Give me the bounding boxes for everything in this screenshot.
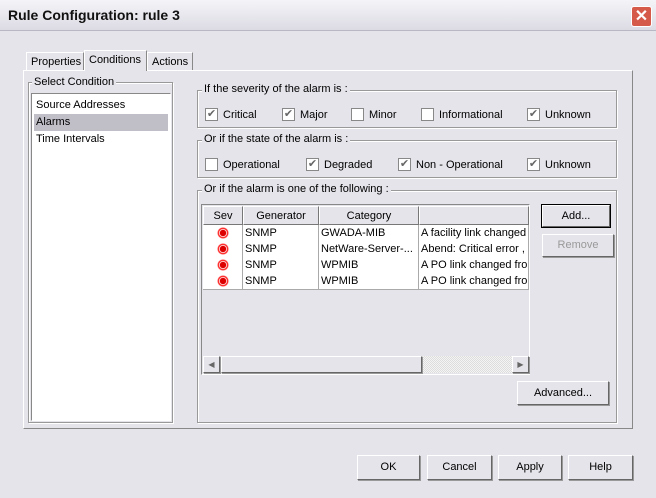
cell-description: A PO link changed fro — [419, 257, 529, 274]
checkbox-label: Minor — [369, 108, 397, 121]
check-icon: ✔ — [282, 108, 295, 121]
major-checkbox[interactable]: ✔ Major — [282, 108, 328, 121]
table-row[interactable]: SNMP WPMIB A PO link changed fro — [203, 273, 529, 290]
scroll-left-icon[interactable]: ◀ — [203, 356, 220, 373]
add-button[interactable]: Add... — [541, 204, 611, 228]
cell-category: GWADA-MIB — [319, 225, 419, 242]
tab-conditions[interactable]: Conditions — [84, 50, 147, 71]
cell-description: A PO link changed fro — [419, 273, 529, 290]
cell-category: WPMIB — [319, 257, 419, 274]
checkbox-label: Critical — [223, 108, 257, 121]
table-row[interactable]: SNMP GWADA-MIB A facility link changed — [203, 225, 529, 242]
table-row[interactable]: SNMP WPMIB A PO link changed fro — [203, 257, 529, 274]
check-icon: ✔ — [398, 158, 411, 171]
checkbox-label: Degraded — [324, 158, 373, 171]
select-condition-group: Select Condition Source Addresses Alarms… — [28, 76, 173, 423]
close-button[interactable]: ✕ — [631, 6, 652, 27]
checkbox-box — [205, 158, 218, 171]
cell-description: Abend: Critical error , — [419, 241, 529, 258]
condition-item-alarms[interactable]: Alarms — [34, 114, 168, 131]
cell-sev — [203, 257, 243, 274]
advanced-button[interactable]: Advanced... — [517, 381, 609, 405]
cell-sev — [203, 241, 243, 258]
window-title: Rule Configuration: rule 3 — [8, 7, 180, 23]
critical-severity-icon — [216, 275, 229, 287]
ok-button[interactable]: OK — [357, 455, 420, 480]
column-header-category[interactable]: Category — [319, 206, 419, 225]
check-icon: ✔ — [306, 158, 319, 171]
table-row[interactable]: SNMP NetWare-Server-... Abend: Critical er… — [203, 241, 529, 258]
cell-generator: SNMP — [243, 273, 319, 290]
cell-description: A facility link changed — [419, 225, 529, 242]
help-button[interactable]: Help — [568, 455, 633, 480]
cell-generator: SNMP — [243, 225, 319, 242]
checkbox-label: Unknown — [545, 108, 591, 121]
checkbox-label: Informational — [439, 108, 503, 121]
tab-properties[interactable]: Properties — [26, 52, 84, 71]
group-label: Select Condition — [32, 76, 117, 88]
condition-item-time-intervals[interactable]: Time Intervals — [34, 131, 168, 148]
checkbox-box — [351, 108, 364, 121]
alarm-list-group: Or if the alarm is one of the following … — [197, 183, 617, 423]
minor-checkbox[interactable]: Minor — [351, 108, 397, 121]
group-label: If the severity of the alarm is : — [202, 83, 350, 95]
critical-severity-icon — [216, 259, 229, 271]
group-label: Or if the state of the alarm is : — [202, 133, 351, 145]
column-header-description[interactable] — [419, 206, 529, 225]
check-icon: ✔ — [205, 108, 218, 121]
alarm-table[interactable]: Sev Generator Category SNMP GWADA-MIB A fa… — [201, 204, 530, 375]
title-bar: Rule Configuration: rule 3 ✕ — [0, 0, 656, 31]
operational-checkbox[interactable]: Operational — [205, 158, 280, 171]
column-header-sev[interactable]: Sev — [203, 206, 243, 225]
cell-sev — [203, 225, 243, 242]
checkbox-box — [421, 108, 434, 121]
cell-generator: SNMP — [243, 241, 319, 258]
checkbox-label: Operational — [223, 158, 280, 171]
checkbox-label: Major — [300, 108, 328, 121]
remove-button[interactable]: Remove — [542, 234, 614, 257]
tab-actions[interactable]: Actions — [147, 52, 193, 71]
severity-unknown-checkbox[interactable]: ✔ Unknown — [527, 108, 591, 121]
horizontal-scrollbar[interactable]: ◀ ▶ — [203, 356, 529, 373]
severity-group: If the severity of the alarm is : ✔ Criti… — [197, 83, 617, 128]
state-group: Or if the state of the alarm is : Operat… — [197, 133, 617, 178]
check-icon: ✔ — [527, 108, 540, 121]
cancel-button[interactable]: Cancel — [427, 455, 492, 480]
informational-checkbox[interactable]: Informational — [421, 108, 503, 121]
critical-severity-icon — [216, 243, 229, 255]
condition-list[interactable]: Source Addresses Alarms Time Intervals — [31, 93, 171, 421]
condition-item-source-addresses[interactable]: Source Addresses — [34, 97, 168, 114]
critical-severity-icon — [216, 227, 229, 239]
scroll-right-icon[interactable]: ▶ — [512, 356, 529, 373]
state-unknown-checkbox[interactable]: ✔ Unknown — [527, 158, 591, 171]
group-label: Or if the alarm is one of the following … — [202, 183, 391, 195]
non-operational-checkbox[interactable]: ✔ Non - Operational — [398, 158, 503, 171]
apply-button[interactable]: Apply — [498, 455, 562, 480]
cell-generator: SNMP — [243, 257, 319, 274]
table-body: SNMP GWADA-MIB A facility link changed SNMP… — [203, 225, 529, 356]
scrollbar-thumb[interactable] — [221, 356, 422, 373]
cell-category: WPMIB — [319, 273, 419, 290]
critical-checkbox[interactable]: ✔ Critical — [205, 108, 257, 121]
column-header-generator[interactable]: Generator — [243, 206, 319, 225]
checkbox-label: Unknown — [545, 158, 591, 171]
degraded-checkbox[interactable]: ✔ Degraded — [306, 158, 372, 171]
cell-category: NetWare-Server-... — [319, 241, 419, 258]
checkbox-label: Non - Operational — [416, 158, 503, 171]
cell-sev — [203, 273, 243, 290]
check-icon: ✔ — [527, 158, 540, 171]
